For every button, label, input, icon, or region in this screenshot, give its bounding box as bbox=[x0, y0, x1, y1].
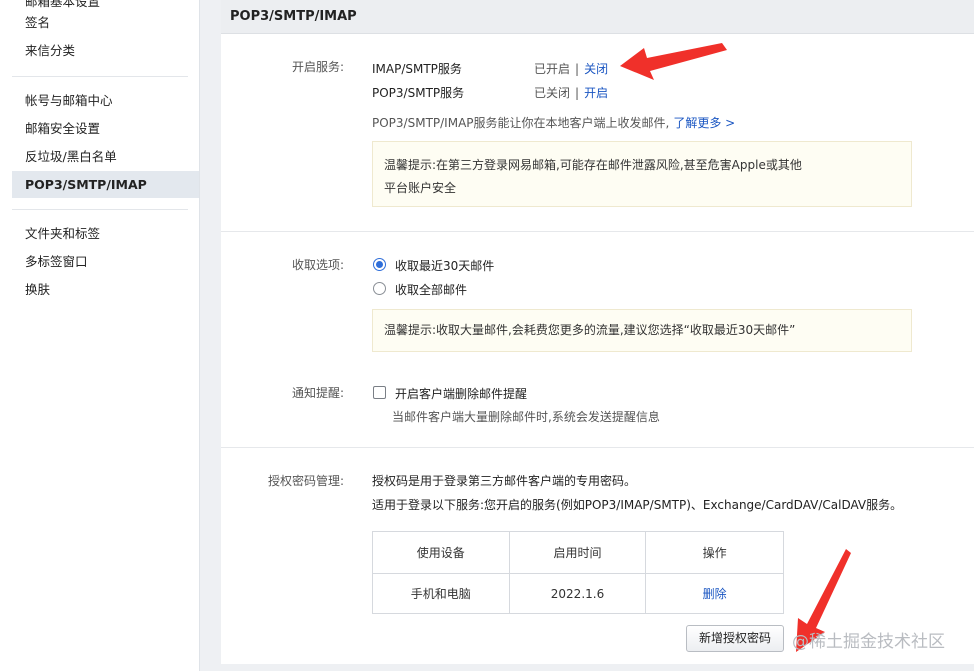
auth-label: 授权密码管理: bbox=[267, 474, 344, 488]
add-auth-password-button[interactable]: 新增授权密码 bbox=[686, 625, 784, 652]
separator: | bbox=[575, 62, 580, 76]
receive-all-label[interactable]: 收取全部邮件 bbox=[395, 281, 467, 298]
auth-table: 使用设备 启用时间 操作 手机和电脑 2022.1.6 删除 bbox=[372, 531, 784, 614]
receive-label: 收取选项: bbox=[291, 258, 344, 272]
column-header-action: 操作 bbox=[645, 531, 784, 574]
receive-30days-label[interactable]: 收取最近30天邮件 bbox=[395, 257, 494, 274]
cell-device: 手机和电脑 bbox=[372, 573, 510, 614]
sidebar-item-security[interactable]: 邮箱安全设置 bbox=[12, 115, 199, 142]
receive-tip-text: 温馨提示:收取大量邮件,会耗费您更多的流量,建议您选择“收取最近30天邮件” bbox=[384, 323, 796, 337]
auth-line2: 适用于登录以下服务:您开启的服务(例如POP3/IMAP/SMTP)、Excha… bbox=[372, 498, 903, 512]
section-divider bbox=[221, 447, 974, 448]
auth-line1: 授权码是用于登录第三方邮件客户端的专用密码。 bbox=[372, 474, 637, 488]
sidebar-item-account-center[interactable]: 帐号与邮箱中心 bbox=[12, 87, 199, 114]
services-desc-text: POP3/SMTP/IMAP服务能让你在本地客户端上收发邮件, bbox=[372, 116, 670, 130]
notify-description: 当邮件客户端大量删除邮件时,系统会发送提醒信息 bbox=[392, 410, 660, 424]
sidebar-item-signature[interactable]: 签名 bbox=[12, 9, 199, 36]
sidebar-item-folders-tags[interactable]: 文件夹和标签 bbox=[12, 220, 199, 247]
notify-delete-checkbox-label[interactable]: 开启客户端删除邮件提醒 bbox=[395, 385, 527, 402]
pop3-service-status-row: 已关闭 | 开启 bbox=[534, 84, 608, 101]
table-header-row: 使用设备 启用时间 操作 bbox=[372, 531, 784, 574]
sidebar-item-multi-tab[interactable]: 多标签窗口 bbox=[12, 248, 199, 275]
services-tip-line1: 温馨提示:在第三方登录网易邮箱,可能存在邮件泄露风险,甚至危害Apple或其他 bbox=[384, 158, 802, 172]
services-label: 开启服务: bbox=[291, 60, 344, 74]
sidebar-divider bbox=[12, 76, 188, 77]
sidebar-divider bbox=[12, 209, 188, 210]
table-row: 手机和电脑 2022.1.6 删除 bbox=[372, 573, 784, 614]
receive-tip-box: 温馨提示:收取大量邮件,会耗费您更多的流量,建议您选择“收取最近30天邮件” bbox=[372, 309, 912, 352]
imap-service-name: IMAP/SMTP服务 bbox=[372, 62, 462, 76]
receive-30days-radio[interactable] bbox=[373, 258, 386, 271]
red-arrow-icon bbox=[620, 43, 727, 80]
watermark: @稀土掘金技术社区 bbox=[792, 632, 945, 652]
learn-more-link[interactable]: 了解更多 > bbox=[673, 116, 735, 130]
notify-label: 通知提醒: bbox=[291, 386, 344, 400]
imap-close-link[interactable]: 关闭 bbox=[584, 62, 608, 76]
imap-service-status-row: 已开启 | 关闭 bbox=[534, 60, 608, 77]
sidebar-item-pop3-smtp-imap[interactable]: POP3/SMTP/IMAP bbox=[12, 171, 199, 198]
services-description: POP3/SMTP/IMAP服务能让你在本地客户端上收发邮件, 了解更多 > bbox=[372, 114, 735, 131]
delete-auth-link[interactable]: 删除 bbox=[703, 587, 727, 601]
cell-time: 2022.1.6 bbox=[508, 573, 647, 614]
services-tip-line2: 平台账户安全 bbox=[384, 181, 457, 195]
column-header-time: 启用时间 bbox=[508, 531, 647, 574]
pop3-open-link[interactable]: 开启 bbox=[584, 86, 608, 100]
settings-sidebar: 邮箱基本设置 签名 来信分类 帐号与邮箱中心 邮箱安全设置 反垃圾/黑白名单 P… bbox=[0, 0, 200, 671]
pop3-service-name: POP3/SMTP服务 bbox=[372, 86, 465, 100]
services-tip-box: 温馨提示:在第三方登录网易邮箱,可能存在邮件泄露风险,甚至危害Apple或其他 … bbox=[372, 141, 912, 207]
notify-delete-checkbox[interactable] bbox=[373, 386, 386, 399]
cell-action: 删除 bbox=[645, 573, 784, 614]
pop3-status: 已关闭 bbox=[534, 86, 571, 100]
settings-panel: POP3/SMTP/IMAP 开启服务: IMAP/SMTP服务 已开启 | 关闭 … bbox=[221, 0, 974, 664]
section-divider bbox=[221, 231, 974, 232]
column-header-device: 使用设备 bbox=[372, 531, 510, 574]
sidebar-item-mail-classification[interactable]: 来信分类 bbox=[12, 37, 199, 64]
receive-all-radio[interactable] bbox=[373, 282, 386, 295]
imap-status: 已开启 bbox=[534, 62, 571, 76]
sidebar-item-antispam[interactable]: 反垃圾/黑白名单 bbox=[12, 143, 199, 170]
page-title: POP3/SMTP/IMAP bbox=[221, 0, 974, 34]
sidebar-item-skin[interactable]: 换肤 bbox=[12, 276, 199, 303]
separator: | bbox=[575, 86, 580, 100]
